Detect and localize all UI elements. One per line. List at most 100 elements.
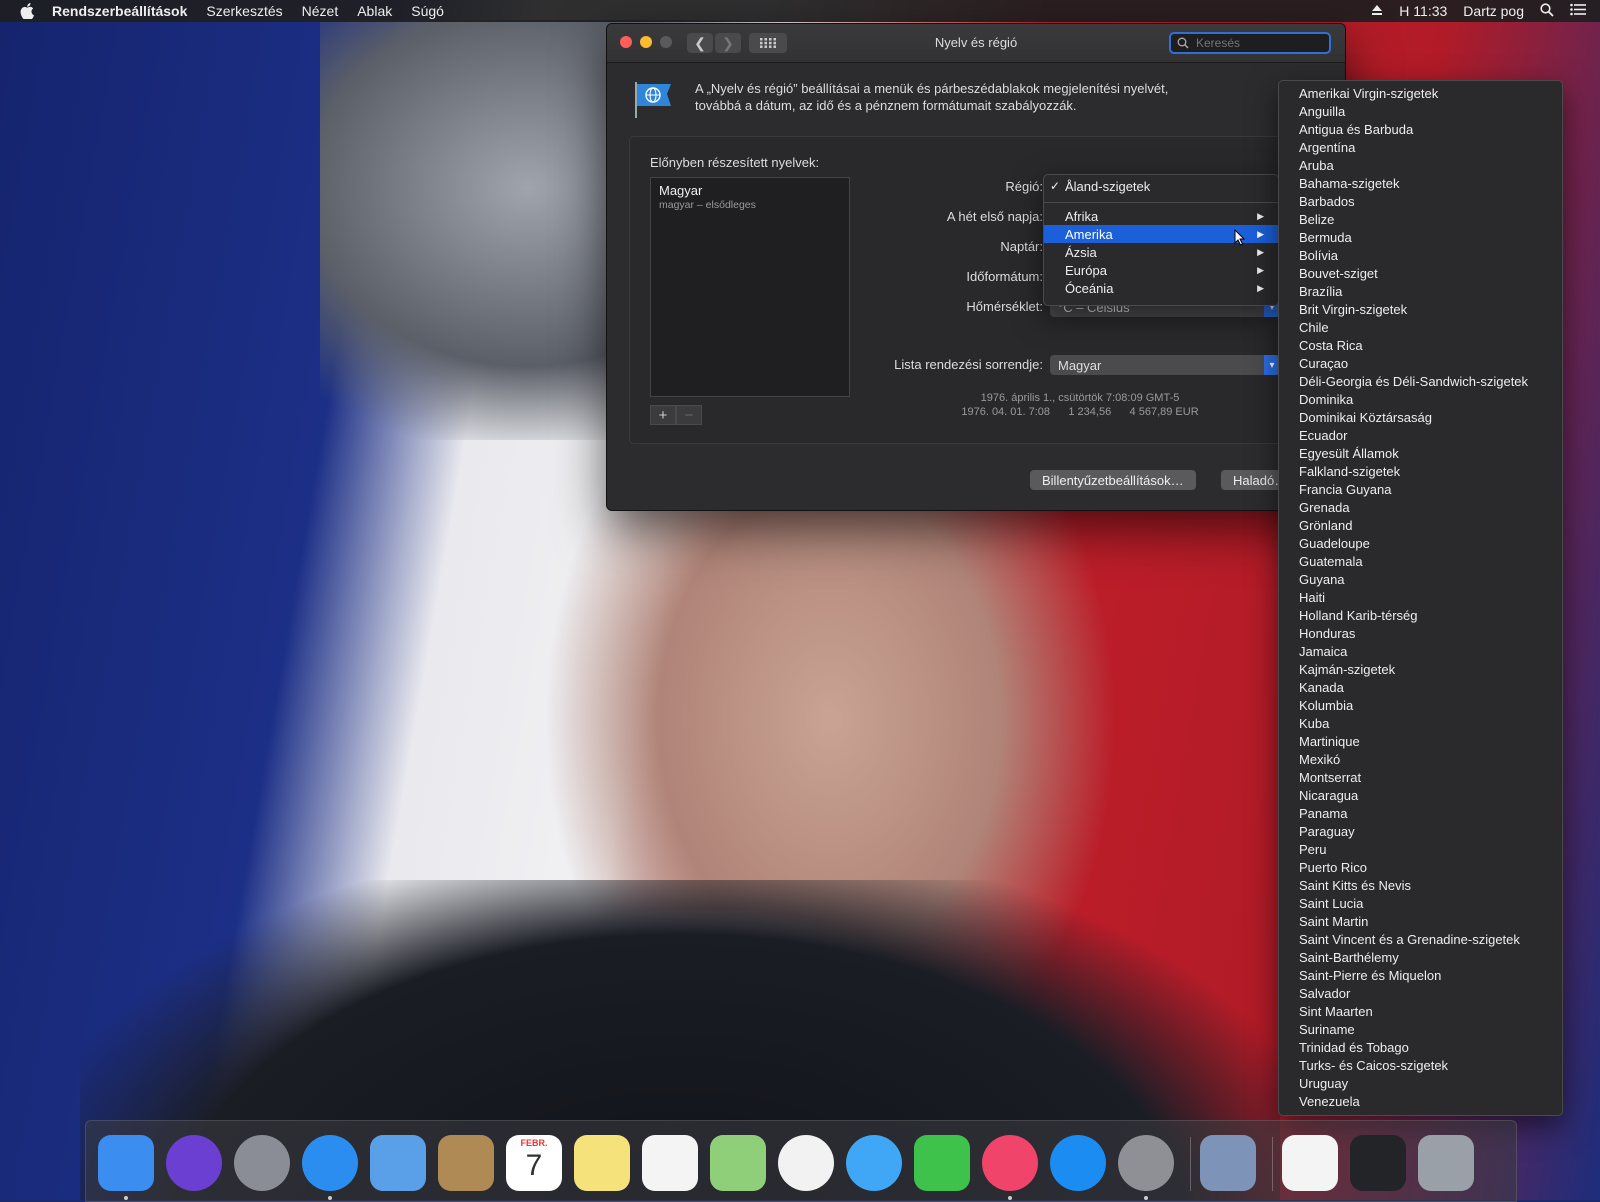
country-menu-item[interactable]: Guadeloupe (1279, 535, 1562, 553)
country-menu-item[interactable]: Paraguay (1279, 823, 1562, 841)
country-menu-item[interactable]: Mexikó (1279, 751, 1562, 769)
country-menu-item[interactable]: Nicaragua (1279, 787, 1562, 805)
notes-icon[interactable] (574, 1135, 630, 1191)
country-menu-item[interactable]: Sint Maarten (1279, 1003, 1562, 1021)
country-menu-item[interactable]: Curaçao (1279, 355, 1562, 373)
country-menu-item[interactable]: Saint Martin (1279, 913, 1562, 931)
country-menu-item[interactable]: Anguilla (1279, 103, 1562, 121)
reminders-icon[interactable] (642, 1135, 698, 1191)
maps-icon[interactable] (710, 1135, 766, 1191)
country-menu-item[interactable]: Saint Lucia (1279, 895, 1562, 913)
country-menu-item[interactable]: Ecuador (1279, 427, 1562, 445)
country-menu-item[interactable]: Guatemala (1279, 553, 1562, 571)
country-menu-item[interactable]: Venezuela (1279, 1093, 1562, 1111)
country-menu-item[interactable]: Dominika (1279, 391, 1562, 409)
menu-view[interactable]: Nézet (302, 3, 339, 19)
preview-icon[interactable] (1200, 1135, 1256, 1191)
country-menu-item[interactable]: Honduras (1279, 625, 1562, 643)
notification-center-icon[interactable] (1570, 3, 1586, 19)
region-menu-item-aland[interactable]: ✓ Åland-szigetek (1044, 177, 1278, 195)
country-menu-item[interactable]: Falkland-szigetek (1279, 463, 1562, 481)
keyboard-settings-button[interactable]: Billentyűzetbeállítások… (1030, 470, 1196, 490)
country-menu-item[interactable]: Antigua és Barbuda (1279, 121, 1562, 139)
country-menu-item[interactable]: Martinique (1279, 733, 1562, 751)
region-menu-item-europe[interactable]: Európa ▶ (1044, 261, 1278, 279)
language-item-name[interactable]: Magyar (659, 183, 702, 198)
country-menu-item[interactable]: Kuba (1279, 715, 1562, 733)
remove-language-button[interactable]: − (676, 405, 702, 425)
contacts-icon[interactable] (438, 1135, 494, 1191)
region-menu-item-oceania[interactable]: Óceánia ▶ (1044, 279, 1278, 297)
trash-icon[interactable] (1418, 1135, 1474, 1191)
country-menu-item[interactable]: Guyana (1279, 571, 1562, 589)
country-menu-item[interactable]: Suriname (1279, 1021, 1562, 1039)
search-field[interactable] (1169, 32, 1331, 54)
country-menu-item[interactable]: Saint-Barthélemy (1279, 949, 1562, 967)
facetime-icon[interactable] (914, 1135, 970, 1191)
add-language-button[interactable]: + (650, 405, 676, 425)
country-menu-item[interactable]: Jamaica (1279, 643, 1562, 661)
country-menu-item[interactable]: Turks- és Caicos-szigetek (1279, 1057, 1562, 1075)
country-menu-item[interactable]: Dominikai Köztársaság (1279, 409, 1562, 427)
country-menu-item[interactable]: Kolumbia (1279, 697, 1562, 715)
country-menu-item[interactable]: Argentína (1279, 139, 1562, 157)
search-input[interactable] (1194, 35, 1318, 51)
menu-app-name[interactable]: Rendszerbeállítások (52, 3, 187, 19)
country-menu-item[interactable]: Panama (1279, 805, 1562, 823)
country-menu-item[interactable]: Grönland (1279, 517, 1562, 535)
country-menu-item[interactable]: Holland Karib-térség (1279, 607, 1562, 625)
calendar-icon[interactable]: FEBR. 7 (506, 1135, 562, 1191)
siri-icon[interactable] (166, 1135, 222, 1191)
sort-order-popup[interactable]: Magyar ▾ (1050, 355, 1280, 375)
country-menu-item[interactable]: Salvador (1279, 985, 1562, 1003)
mail-icon[interactable] (370, 1135, 426, 1191)
country-menu-item[interactable]: Bouvet-sziget (1279, 265, 1562, 283)
country-menu-item[interactable]: Trinidad és Tobago (1279, 1039, 1562, 1057)
apple-menu-icon[interactable] (20, 3, 38, 19)
country-menu-item[interactable]: Brazília (1279, 283, 1562, 301)
country-menu-item[interactable]: Brit Virgin-szigetek (1279, 301, 1562, 319)
country-menu-item[interactable]: Uruguay (1279, 1075, 1562, 1093)
menu-help[interactable]: Súgó (411, 3, 444, 19)
country-menu-item[interactable]: Amerikai Virgin-szigetek (1279, 85, 1562, 103)
finder-icon[interactable] (98, 1135, 154, 1191)
language-list[interactable]: Magyar magyar – elsődleges (650, 177, 850, 397)
safari-minimized-icon[interactable] (1350, 1135, 1406, 1191)
photos-icon[interactable] (778, 1135, 834, 1191)
menubar-user[interactable]: Dartz pog (1463, 3, 1524, 19)
region-menu-item-africa[interactable]: Afrika ▶ (1044, 207, 1278, 225)
eject-icon[interactable] (1371, 3, 1383, 19)
country-menu-item[interactable]: Saint Vincent és a Grenadine-szigetek (1279, 931, 1562, 949)
safari-icon[interactable] (302, 1135, 358, 1191)
document-icon[interactable] (1282, 1135, 1338, 1191)
menubar-clock[interactable]: H 11:33 (1399, 3, 1447, 19)
menu-window[interactable]: Ablak (357, 3, 392, 19)
country-menu-item[interactable]: Kajmán-szigetek (1279, 661, 1562, 679)
app-store-icon[interactable] (1050, 1135, 1106, 1191)
country-menu-item[interactable]: Egyesült Államok (1279, 445, 1562, 463)
spotlight-search-icon[interactable] (1540, 2, 1554, 20)
country-menu-item[interactable]: Déli-Georgia és Déli-Sandwich-szigetek (1279, 373, 1562, 391)
launchpad-icon[interactable] (234, 1135, 290, 1191)
country-menu-item[interactable]: Grenada (1279, 499, 1562, 517)
country-menu-item[interactable]: Barbados (1279, 193, 1562, 211)
messages-icon[interactable] (846, 1135, 902, 1191)
country-menu-item[interactable]: Peru (1279, 841, 1562, 859)
music-icon[interactable] (982, 1135, 1038, 1191)
country-menu-item[interactable]: Costa Rica (1279, 337, 1562, 355)
menu-edit[interactable]: Szerkesztés (206, 3, 282, 19)
country-menu-item[interactable]: Aruba (1279, 157, 1562, 175)
country-menu-item[interactable]: Kanada (1279, 679, 1562, 697)
country-menu-item[interactable]: Belize (1279, 211, 1562, 229)
country-menu-item[interactable]: Puerto Rico (1279, 859, 1562, 877)
window-titlebar[interactable]: ❮ ❯ Nyelv és régió (607, 24, 1345, 63)
country-menu-item[interactable]: Bermuda (1279, 229, 1562, 247)
country-menu-item[interactable]: Saint Kitts és Nevis (1279, 877, 1562, 895)
country-menu-item[interactable]: Montserrat (1279, 769, 1562, 787)
country-menu-item[interactable]: Bolívia (1279, 247, 1562, 265)
country-menu-item[interactable]: Bahama-szigetek (1279, 175, 1562, 193)
country-menu-item[interactable]: Haiti (1279, 589, 1562, 607)
system-preferences-icon[interactable] (1118, 1135, 1174, 1191)
country-menu-item[interactable]: Saint-Pierre és Miquelon (1279, 967, 1562, 985)
country-menu-item[interactable]: Francia Guyana (1279, 481, 1562, 499)
